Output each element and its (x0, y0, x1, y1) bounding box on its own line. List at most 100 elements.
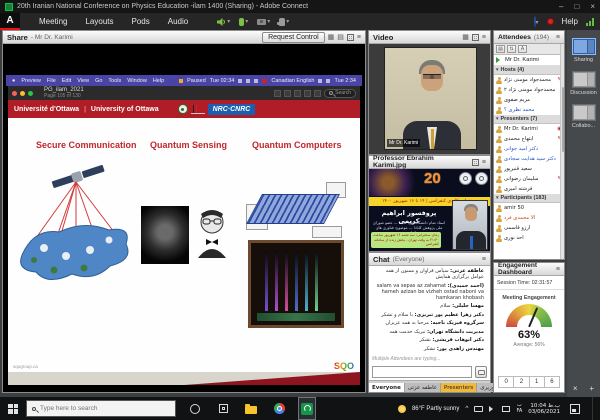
fullscreen-icon[interactable] (347, 34, 354, 41)
taskbar-search-input[interactable] (40, 405, 150, 412)
keyboard-layout-flag-icon[interactable] (262, 79, 267, 83)
chat-pod-menu-icon[interactable]: ≡ (482, 256, 486, 263)
attendees-toolbar-button[interactable]: ▤ (496, 45, 505, 53)
attendee-row[interactable]: سلیمان رضوانی ✎ (494, 174, 564, 184)
mac-status-icon[interactable] (254, 79, 258, 83)
mac-menu-item[interactable]: Window (127, 78, 147, 84)
attendee-row[interactable]: آرزو قاسمی (494, 223, 564, 233)
hosts-section-header[interactable]: ▾ Hosts (4) (494, 66, 564, 75)
connection-status[interactable]: ▾ (534, 17, 539, 26)
attendees-scrollbar[interactable] (560, 44, 564, 259)
mac-menu-item[interactable]: Help (153, 78, 164, 84)
microphone-toggle[interactable]: ▾ (236, 18, 251, 26)
add-layout-button[interactable]: + (589, 384, 594, 393)
zoom-out-icon[interactable] (284, 90, 291, 97)
webcam-toggle[interactable]: ▾ (254, 18, 273, 25)
mac-status-icon[interactable] (238, 79, 242, 83)
attendee-row[interactable]: دکتر امید جوانی (494, 144, 564, 154)
mac-zoom-icon[interactable] (28, 91, 33, 96)
chrome-button[interactable] (270, 397, 288, 420)
mac-menu-item[interactable]: Edit (62, 78, 71, 84)
mac-minimize-icon[interactable] (20, 91, 25, 96)
mac-menu-item[interactable]: Go (95, 78, 102, 84)
menu-item[interactable]: Pods (123, 17, 159, 26)
attendee-row[interactable]: ابتهاج محمدی ✎ (494, 134, 564, 144)
mac-status-icon[interactable] (318, 79, 322, 83)
chat-input[interactable] (372, 366, 472, 378)
mac-status-icon[interactable] (246, 79, 250, 83)
minimize-button[interactable]: – (559, 2, 563, 11)
help-menu[interactable]: Help (562, 17, 578, 26)
layout-thumbnail[interactable] (572, 104, 596, 121)
layout-thumbnail[interactable] (572, 71, 596, 88)
maximize-button[interactable]: □ (574, 2, 579, 11)
layout-thumbnail[interactable] (572, 38, 596, 55)
chat-send-button[interactable] (475, 366, 487, 378)
menu-item[interactable]: Layouts (76, 17, 122, 26)
mac-status-icon[interactable] (326, 79, 330, 83)
attendee-row[interactable]: احد نوری (494, 233, 564, 243)
markup-icon[interactable] (304, 90, 311, 97)
layout-item[interactable]: Collabo... (567, 104, 600, 129)
weather-label[interactable]: 86°F Partly sunny (412, 406, 459, 412)
microphone-dropdown[interactable]: ▾ (245, 18, 248, 25)
active-speaker-row[interactable]: Mr Dr. Karimi (494, 55, 564, 66)
chat-tab[interactable]: Presenters (441, 383, 477, 392)
participants-section-header[interactable]: ▾ Participants (183) (494, 194, 564, 203)
attendee-row[interactable]: دکتر سید هدایت سجادی (494, 154, 564, 164)
connection-dropdown[interactable]: ▾ (536, 20, 539, 26)
attendee-row[interactable]: amir 50 (494, 203, 564, 213)
engagement-pod-menu-icon[interactable]: ≡ (556, 266, 560, 273)
share-pod-menu-icon[interactable]: ≡ (357, 34, 361, 41)
layout-list-icon[interactable]: ▤ (337, 33, 344, 41)
mac-close-icon[interactable] (12, 91, 17, 96)
close-button[interactable]: × (590, 2, 595, 11)
poster-pod-menu-icon[interactable]: ≡ (482, 159, 486, 166)
apple-menu-icon[interactable]: ● (12, 78, 15, 84)
attendee-row[interactable]: محمدجواد مومنی نژاد ۲ (494, 85, 564, 95)
attendee-row[interactable]: Mr Dr. Karimi ◉ (494, 124, 564, 134)
share-document-icon[interactable] (314, 90, 321, 97)
chat-tab[interactable]: Everyone (369, 383, 405, 392)
video-grid-icon[interactable]: ▦ (462, 33, 469, 41)
video-fullscreen-icon[interactable] (472, 34, 479, 41)
start-button[interactable] (0, 397, 26, 420)
attendee-row[interactable]: مریم صفوی (494, 95, 564, 105)
action-center-icon[interactable] (570, 404, 580, 414)
task-view-button[interactable] (214, 397, 232, 420)
language-indicator[interactable]: ب FA (516, 403, 522, 414)
raise-hand-toggle[interactable]: ▾ (276, 18, 292, 26)
keyboard-layout-label[interactable]: Canadian English (271, 78, 314, 84)
display-icon[interactable] (502, 406, 510, 412)
layout-item[interactable]: Sharing (567, 38, 600, 63)
attendee-row[interactable]: سعید قنبرپور (494, 164, 564, 174)
battery-icon[interactable] (474, 406, 483, 412)
volume-icon[interactable] (489, 406, 496, 412)
close-layouts-button[interactable]: × (573, 384, 578, 393)
menu-item[interactable]: Audio (159, 17, 197, 26)
zoom-in-icon[interactable] (294, 90, 301, 97)
attendee-row[interactable]: فرشته امیری (494, 184, 564, 194)
attendee-row[interactable]: محمد نظری ؟ (494, 105, 564, 115)
attendees-toolbar-button[interactable]: ⇅ (507, 45, 516, 53)
document-search-field[interactable]: Search (324, 89, 356, 98)
tray-expand-icon[interactable]: ^ (465, 405, 468, 412)
raise-hand-dropdown[interactable]: ▾ (286, 18, 289, 25)
mac-menu-item[interactable]: Tools (108, 78, 121, 84)
adobe-connect-taskbar-button[interactable] (298, 397, 316, 420)
cortana-button[interactable] (186, 397, 204, 420)
mac-menu-item[interactable]: View (77, 78, 89, 84)
poster-fullscreen-icon[interactable] (472, 159, 479, 166)
attendees-toolbar-button[interactable]: A (518, 45, 527, 53)
speaker-dropdown[interactable]: ▾ (227, 18, 230, 25)
mac-menu-item[interactable]: Preview (21, 78, 41, 84)
video-pod-menu-icon[interactable]: ≡ (482, 34, 486, 41)
attendee-row[interactable]: آلا محمدی فرد (494, 213, 564, 223)
attendee-row[interactable]: محمدجواد مومنی نژاد ✎ (494, 75, 564, 85)
layout-item[interactable]: Discussion (567, 71, 600, 96)
layout-grid-icon[interactable]: ▦ (328, 33, 335, 41)
speaker-toggle[interactable]: ▾ (213, 17, 233, 27)
webcam-dropdown[interactable]: ▾ (267, 18, 270, 25)
chat-tab[interactable]: عاطفه عزتی (405, 383, 441, 392)
webcam-video[interactable]: Mr Dr. Karimi (384, 47, 477, 150)
